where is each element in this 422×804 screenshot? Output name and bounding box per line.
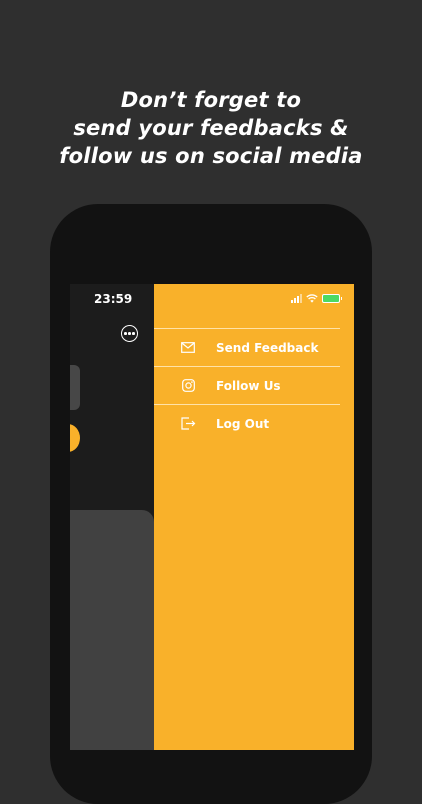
headline-line-1: Don’t forget to xyxy=(120,88,302,112)
menu-item-label: Log Out xyxy=(216,416,270,431)
more-options-icon[interactable] xyxy=(121,325,138,342)
wifi-icon xyxy=(306,294,318,303)
logout-icon xyxy=(178,414,198,434)
menu-item-log-out[interactable]: Log Out xyxy=(154,405,340,442)
menu-item-label: Follow Us xyxy=(216,378,281,393)
score-card[interactable]: 92 xyxy=(70,510,154,750)
side-menu-drawer: Send Feedback Follow Us Log Out xyxy=(154,284,354,750)
menu-item-send-feedback[interactable]: Send Feedback xyxy=(154,329,340,366)
app-header: 23:59 xyxy=(70,284,154,510)
instagram-icon xyxy=(178,376,198,396)
header-tab-handle[interactable] xyxy=(70,365,80,410)
mail-icon xyxy=(178,338,198,358)
signal-icon xyxy=(291,294,302,303)
status-time: 23:59 xyxy=(94,292,133,306)
status-icons xyxy=(291,294,342,303)
headline-line-3: follow us on social media xyxy=(59,144,363,168)
accent-indicator xyxy=(70,424,80,452)
phone-screen: 23:59 92 S xyxy=(70,284,354,750)
promo-headline: Don’t forget to send your feedbacks & fo… xyxy=(0,86,422,170)
headline-line-2: send your feedbacks & xyxy=(73,116,349,140)
menu-item-label: Send Feedback xyxy=(216,340,319,355)
menu-item-follow-us[interactable]: Follow Us xyxy=(154,367,340,404)
battery-charging-icon xyxy=(322,294,342,303)
